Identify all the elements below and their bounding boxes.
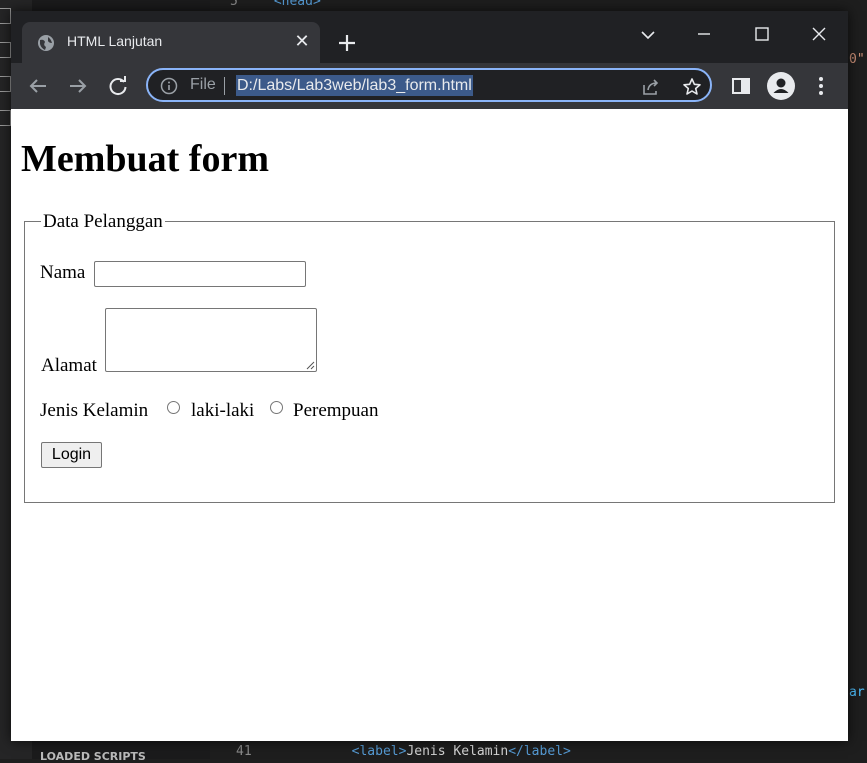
editor-top-line: 5 <head>: [230, 0, 321, 9]
editor-bottom-line: 41 <label>Jenis Kelamin</label>: [236, 744, 571, 759]
address-separator: [224, 77, 225, 95]
back-button[interactable]: [22, 70, 54, 102]
line-number: 5: [230, 0, 238, 9]
maximize-icon: [755, 27, 769, 41]
browser-window: HTML Lanjutan ✕ File D:/Labs/Lab3web/lab…: [11, 11, 848, 741]
reload-icon: [109, 76, 127, 96]
maximize-button[interactable]: [745, 17, 779, 51]
browser-titlebar: HTML Lanjutan ✕: [11, 11, 848, 63]
minimize-icon: [698, 33, 710, 35]
fieldset-legend: Data Pelanggan: [41, 211, 165, 233]
alamat-label: Alamat: [41, 355, 97, 376]
code-tag-open: <label>: [351, 744, 407, 759]
forward-button[interactable]: [62, 70, 94, 102]
close-icon: [812, 27, 826, 41]
radio-laki-laki[interactable]: [167, 401, 180, 414]
side-panel-button[interactable]: [725, 70, 757, 102]
code-tag-close: </label>: [508, 744, 571, 759]
nama-input[interactable]: [94, 261, 306, 287]
plus-icon: [339, 35, 355, 51]
loaded-scripts-header[interactable]: LOADED SCRIPTS: [40, 750, 146, 763]
line-number: 41: [236, 744, 252, 759]
url-text[interactable]: D:/Labs/Lab3web/lab3_form.html: [236, 75, 473, 96]
nama-label: Nama: [40, 262, 86, 283]
chevron-down-icon: [641, 31, 655, 40]
browser-toolbar: File D:/Labs/Lab3web/lab3_form.html: [11, 63, 848, 109]
share-icon[interactable]: [640, 76, 662, 98]
laki-laki-label: laki-laki: [191, 400, 255, 421]
jenis-kelamin-label: Jenis Kelamin: [40, 400, 149, 421]
address-bar[interactable]: File D:/Labs/Lab3web/lab3_form.html: [146, 68, 712, 102]
reload-button[interactable]: [102, 70, 134, 102]
new-tab-button[interactable]: [333, 29, 361, 57]
menu-button[interactable]: [805, 70, 837, 102]
close-tab-icon[interactable]: ✕: [290, 30, 314, 54]
person-icon: [773, 78, 789, 93]
alamat-textarea[interactable]: [105, 308, 317, 372]
arrow-right-icon: [70, 79, 87, 93]
login-button[interactable]: Login: [41, 442, 102, 468]
page-title: Membuat form: [21, 138, 269, 180]
editor-right-fragment: 0": [849, 52, 865, 67]
code-tag: <head>: [273, 0, 321, 9]
minimize-button[interactable]: [687, 17, 721, 51]
file-scheme-label: File: [190, 76, 216, 93]
perempuan-label: Perempuan: [293, 400, 379, 421]
globe-icon: [37, 34, 55, 52]
profile-avatar[interactable]: [767, 72, 795, 100]
page-content: Membuat form Data Pelanggan Nama Alamat …: [11, 109, 848, 741]
activity-icons: [0, 8, 11, 128]
info-icon[interactable]: [160, 77, 178, 95]
bookmark-star-icon[interactable]: [681, 76, 703, 98]
code-text: Jenis Kelamin: [406, 744, 509, 759]
resize-grip-icon[interactable]: [305, 360, 315, 370]
radio-perempuan[interactable]: [270, 401, 283, 414]
close-window-button[interactable]: [802, 17, 836, 51]
side-panel-icon: [732, 78, 750, 94]
tab-title: HTML Lanjutan: [67, 33, 163, 49]
tab-search-button[interactable]: [631, 17, 665, 51]
kebab-menu-icon: [819, 77, 823, 95]
editor-right-fragment-bottom: ar: [849, 685, 865, 700]
arrow-left-icon: [29, 79, 46, 93]
tab-html-lanjutan[interactable]: HTML Lanjutan ✕: [22, 22, 320, 63]
